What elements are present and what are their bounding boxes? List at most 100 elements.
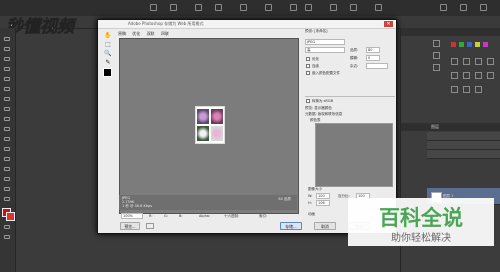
tab-2-up[interactable]: 双联 — [147, 31, 155, 36]
save-button[interactable]: 存储... — [280, 222, 302, 230]
layers-filter-row[interactable] — [427, 132, 500, 141]
tab-optimized[interactable]: 优化 — [132, 31, 140, 36]
format-select[interactable]: JPEG — [305, 39, 345, 45]
black-white-icon[interactable] — [487, 72, 494, 79]
metadata-label[interactable]: 元数据: 版权和联系信息 — [305, 112, 342, 117]
width-input[interactable]: 100 — [316, 193, 330, 199]
optimized-checkbox[interactable] — [306, 57, 310, 61]
close-icon[interactable]: ✕ — [384, 21, 393, 27]
menu-icon[interactable] — [305, 4, 312, 11]
channel-mixer-icon[interactable] — [463, 86, 470, 93]
convert-srgb-label: 转换为 sRGB — [312, 99, 333, 103]
stamp-tool-icon[interactable] — [3, 116, 11, 122]
preview-button[interactable]: 预览... — [120, 222, 140, 230]
healing-tool-icon[interactable] — [3, 96, 11, 102]
move-tool-icon[interactable] — [3, 36, 11, 42]
history-brush-icon[interactable] — [3, 126, 11, 132]
vibrance-icon[interactable] — [451, 72, 458, 79]
color-swatch[interactable] — [475, 42, 480, 47]
quick-mask-icon[interactable] — [3, 224, 11, 230]
color-swatch[interactable] — [459, 42, 464, 47]
quality-input[interactable]: 80 — [366, 47, 380, 53]
eyedropper-icon[interactable]: ✎ — [104, 59, 112, 66]
quick-select-tool-icon[interactable] — [3, 66, 11, 72]
menu-icon[interactable] — [290, 4, 297, 11]
tab-original[interactable]: 原稿 — [118, 31, 126, 36]
menu-icon[interactable] — [150, 4, 157, 11]
adjustments-panel-icon[interactable] — [433, 64, 440, 71]
levels-icon[interactable] — [463, 58, 470, 65]
dodge-tool-icon[interactable] — [3, 166, 11, 172]
status-bar: 100% R: G: B: Alpha: 十六进制: 索引: — [119, 212, 297, 220]
brightness-icon[interactable] — [451, 58, 458, 65]
photo-filter-icon[interactable] — [451, 86, 458, 93]
height-label: H: — [308, 201, 312, 205]
height-input[interactable]: 106 — [316, 200, 330, 206]
embed-profile-checkbox[interactable] — [306, 71, 310, 75]
marquee-tool-icon[interactable] — [3, 46, 11, 52]
preview-canvas[interactable] — [119, 38, 299, 214]
cancel-button[interactable]: 取消 — [314, 222, 336, 230]
background-color-swatch[interactable] — [6, 212, 15, 221]
g-label: G: — [164, 214, 168, 218]
slice-select-icon[interactable]: ⬚ — [104, 41, 112, 48]
menu-icon[interactable] — [265, 4, 272, 11]
quality-preset-select[interactable]: 高 — [305, 47, 345, 53]
tools-panel — [0, 28, 16, 272]
menu-icon[interactable] — [375, 4, 382, 11]
exposure-icon[interactable] — [487, 58, 494, 65]
matte-select[interactable] — [366, 63, 388, 69]
menu-icon[interactable] — [170, 4, 177, 11]
curves-icon[interactable] — [475, 58, 482, 65]
menu-icon[interactable] — [350, 4, 357, 11]
maximize-icon[interactable] — [460, 4, 467, 11]
convert-srgb-checkbox[interactable] — [306, 99, 310, 103]
color-panel-icon[interactable] — [433, 40, 440, 47]
progressive-checkbox[interactable] — [306, 64, 310, 68]
color-balance-icon[interactable] — [475, 72, 482, 79]
minimize-icon[interactable] — [440, 4, 447, 11]
site-watermark: 百科全说 助你轻松解决 — [348, 198, 494, 246]
layers-blend-row[interactable] — [427, 141, 500, 150]
preview-mode-label[interactable]: 预览: 显示器颜色 — [305, 106, 332, 111]
eyedropper-color-swatch[interactable] — [103, 68, 112, 77]
screen-mode-icon[interactable] — [3, 234, 11, 240]
quality-label: 品质: — [350, 48, 359, 52]
menu-icon[interactable] — [215, 4, 222, 11]
image-thumbnail — [195, 106, 225, 144]
gradient-tool-icon[interactable] — [3, 146, 11, 152]
tab-4-up[interactable]: 四联 — [161, 31, 169, 36]
menu-icon[interactable] — [330, 4, 337, 11]
close-icon[interactable] — [480, 4, 487, 11]
blur-input[interactable]: 0 — [366, 55, 380, 61]
zoom-tool-icon[interactable]: 🔍 — [104, 50, 112, 57]
lasso-tool-icon[interactable] — [3, 56, 11, 62]
type-tool-icon[interactable] — [3, 186, 11, 192]
embed-profile-label: 嵌入颜色配置文件 — [312, 71, 340, 75]
color-swatch[interactable] — [467, 42, 472, 47]
hand-tool-icon[interactable]: ✋ — [104, 32, 112, 39]
color-swatch[interactable] — [483, 42, 488, 47]
blur-tool-icon[interactable] — [3, 156, 11, 162]
b-label: B: — [179, 214, 183, 218]
hex-label: 十六进制: — [224, 214, 240, 218]
invert-icon[interactable] — [475, 86, 482, 93]
swatches-panel-icon[interactable] — [433, 52, 440, 59]
hue-icon[interactable] — [463, 72, 470, 79]
layers-lock-row[interactable] — [427, 150, 500, 159]
path-select-tool-icon[interactable] — [3, 196, 11, 202]
image-size-label: 图像大小 — [308, 187, 322, 191]
eyedropper-tool-icon[interactable] — [3, 86, 11, 92]
blur-label: 模糊: — [350, 56, 359, 60]
browser-icon[interactable] — [146, 223, 154, 229]
flower-image — [197, 126, 209, 141]
menu-icon[interactable] — [195, 4, 202, 11]
eraser-tool-icon[interactable] — [3, 136, 11, 142]
menu-icon[interactable] — [240, 4, 247, 11]
brush-tool-icon[interactable] — [3, 106, 11, 112]
color-swatch[interactable] — [451, 42, 456, 47]
pen-tool-icon[interactable] — [3, 176, 11, 182]
zoom-select[interactable]: 100% — [121, 213, 143, 219]
layers-tab[interactable]: 图层 — [431, 124, 439, 129]
crop-tool-icon[interactable] — [3, 76, 11, 82]
